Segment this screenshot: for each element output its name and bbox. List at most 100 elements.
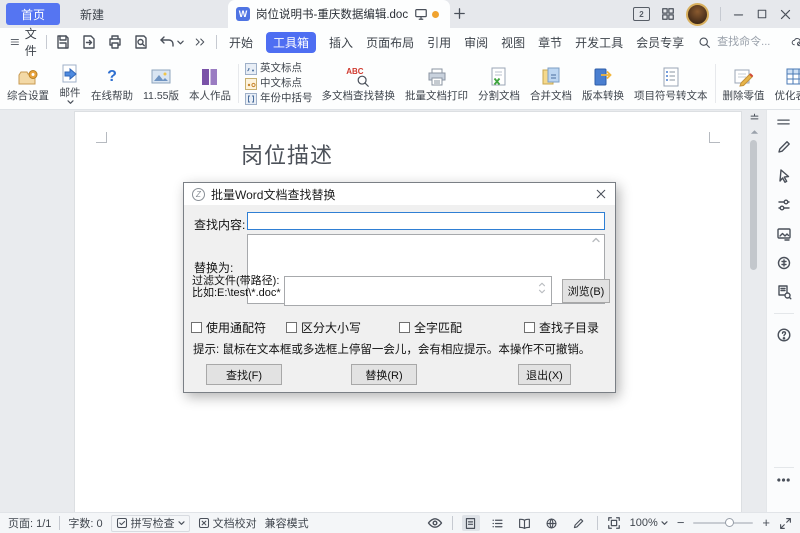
maximize-icon[interactable] (756, 8, 768, 20)
wildcard-checkbox[interactable]: 使用通配符 (191, 319, 266, 336)
ribbon-item-merge-doc[interactable]: 合并文档 (525, 58, 577, 109)
find-button[interactable]: 查找(F) (206, 364, 282, 385)
pen-edit-icon[interactable] (776, 139, 792, 155)
ribbon-item-split-doc[interactable]: 分割文档 (473, 58, 525, 109)
spellcheck-toggle[interactable]: 拼写检查 (111, 515, 190, 532)
more-tools-chevrons-icon[interactable] (194, 36, 206, 48)
checkbox-box[interactable] (286, 322, 297, 333)
ribbon-item-version-convert[interactable]: 版本转换 (577, 58, 629, 109)
sidebar-handle-icon[interactable] (776, 118, 791, 126)
browse-button[interactable]: 浏览(B) (562, 279, 610, 303)
word-count[interactable]: 字数: 0 (68, 515, 102, 531)
user-avatar[interactable] (686, 3, 709, 26)
scroll-up-icon[interactable] (750, 129, 759, 135)
minimize-icon[interactable] (732, 8, 745, 21)
tab-review[interactable]: 审阅 (464, 34, 488, 51)
case-sensitive-checkbox[interactable]: 区分大小写 (286, 319, 361, 336)
ribbon-item-batch-print[interactable]: 批量文档打印 (400, 58, 473, 109)
command-search-input[interactable] (715, 35, 791, 49)
cursor-select-icon[interactable] (776, 168, 792, 184)
tab-page-layout[interactable]: 页面布局 (366, 34, 414, 51)
menubar: 文件 开始 工具箱 插入 页面布局 引用 审阅 视图 章节 开发工具 会员专享 (0, 28, 800, 56)
coin-icon[interactable] (776, 255, 792, 271)
checkbox-box[interactable] (399, 322, 410, 333)
ribbon-item-online-help[interactable]: ? 在线帮助 (86, 58, 138, 109)
ribbon-item-en-punct[interactable]: 英文标点 (245, 62, 313, 75)
filter-spinner[interactable] (538, 282, 546, 294)
punctuation-tools: 英文标点 中文标点 年份中括号 (241, 58, 317, 109)
view-mode-web[interactable] (543, 515, 561, 531)
dialog-close-icon[interactable] (595, 188, 607, 200)
ribbon-item-general-settings[interactable]: 综合设置 (2, 58, 54, 109)
view-mode-write[interactable] (570, 515, 588, 531)
tab-dev-tools[interactable]: 开发工具 (575, 34, 623, 51)
find-content-input[interactable] (247, 212, 605, 230)
tab-toolbox[interactable]: 工具箱 (266, 32, 316, 53)
cloud-status[interactable]: 未上云 (791, 25, 800, 59)
new-document-tab-button[interactable] (452, 6, 467, 21)
right-sidebar (766, 110, 800, 512)
tab-references[interactable]: 引用 (427, 34, 451, 51)
print-preview-icon[interactable] (133, 34, 149, 50)
ribbon-item-multi-doc-replace[interactable]: ABC 多文档查找替换 (317, 58, 401, 109)
document-tab[interactable]: W 岗位说明书-重庆数据编辑.doc (228, 0, 450, 28)
search-subfolder-checkbox[interactable]: 查找子目录 (524, 319, 599, 336)
ribbon-item-my-works[interactable]: 本人作品 (184, 58, 236, 109)
caret-down-icon[interactable] (177, 39, 184, 46)
fit-page-icon[interactable] (607, 516, 621, 530)
ribbon-item-bullets-to-text[interactable]: 项目符号转文本 (629, 58, 713, 109)
print-icon[interactable] (107, 34, 123, 50)
zoom-out-button[interactable]: − (677, 518, 685, 528)
new-tab[interactable]: 新建 (80, 6, 104, 23)
tab-insert[interactable]: 插入 (329, 34, 353, 51)
hamburger-menu-icon[interactable] (10, 35, 20, 49)
ribbon-item-version[interactable]: 11.55版 (138, 58, 184, 109)
ribbon-item-year-brackets[interactable]: 年份中括号 (245, 92, 313, 105)
zoom-in-button[interactable]: + (762, 518, 770, 528)
help-icon[interactable] (776, 327, 792, 343)
home-tab[interactable]: 首页 (6, 3, 60, 25)
undo-icon[interactable] (159, 34, 175, 50)
scrollbar-thumb[interactable] (750, 140, 757, 270)
app-grid-icon[interactable] (661, 7, 675, 21)
tab-member[interactable]: 会员专享 (636, 34, 684, 51)
picture-tool-icon[interactable] (776, 226, 792, 242)
spinner-up-icon[interactable] (538, 282, 546, 287)
zoom-level[interactable]: 100% (630, 517, 668, 529)
vertical-scrollbar[interactable] (746, 110, 762, 512)
ribbon-item-delete-zero[interactable]: 删除零值 (718, 58, 770, 109)
window-mode-icon[interactable]: 2 (633, 7, 650, 21)
file-menu[interactable]: 文件 (25, 25, 42, 59)
book-search-icon[interactable] (776, 284, 792, 300)
tab-view[interactable]: 视图 (501, 34, 525, 51)
replace-button[interactable]: 替换(R) (351, 364, 417, 385)
whole-word-checkbox[interactable]: 全字匹配 (399, 319, 462, 336)
export-icon[interactable] (81, 34, 97, 50)
ribbon-item-cn-punct[interactable]: 中文标点 (245, 77, 313, 90)
close-icon[interactable] (779, 8, 792, 21)
sliders-icon[interactable] (776, 197, 792, 213)
ribbon-item-mail[interactable]: 邮件 (54, 58, 86, 109)
checkbox-box[interactable] (191, 322, 202, 333)
ruler-toggle-icon[interactable] (749, 112, 760, 123)
zoom-slider-thumb[interactable] (725, 518, 734, 527)
zoom-slider[interactable] (693, 522, 753, 524)
view-mode-page[interactable] (462, 515, 480, 531)
proofread-button[interactable]: 文档校对 (198, 515, 257, 531)
view-mode-read[interactable] (516, 515, 534, 531)
eye-protect-icon[interactable] (427, 515, 443, 531)
fullscreen-icon[interactable] (779, 517, 792, 530)
command-search[interactable] (698, 35, 791, 49)
ribbon-item-optimize-table[interactable]: 优化表格 (770, 58, 800, 109)
more-tools-icon[interactable] (776, 476, 791, 484)
save-icon[interactable] (55, 34, 71, 50)
tab-start[interactable]: 开始 (229, 34, 253, 51)
scroll-up-arrow-icon[interactable] (592, 237, 600, 243)
dialog-titlebar[interactable]: Z 批量Word文档查找替换 (184, 183, 615, 205)
exit-button[interactable]: 退出(X) (518, 364, 571, 385)
tab-section[interactable]: 章节 (538, 34, 562, 51)
filter-file-input[interactable] (284, 276, 552, 306)
spinner-down-icon[interactable] (538, 289, 546, 294)
view-mode-outline[interactable] (489, 515, 507, 531)
checkbox-box[interactable] (524, 322, 535, 333)
